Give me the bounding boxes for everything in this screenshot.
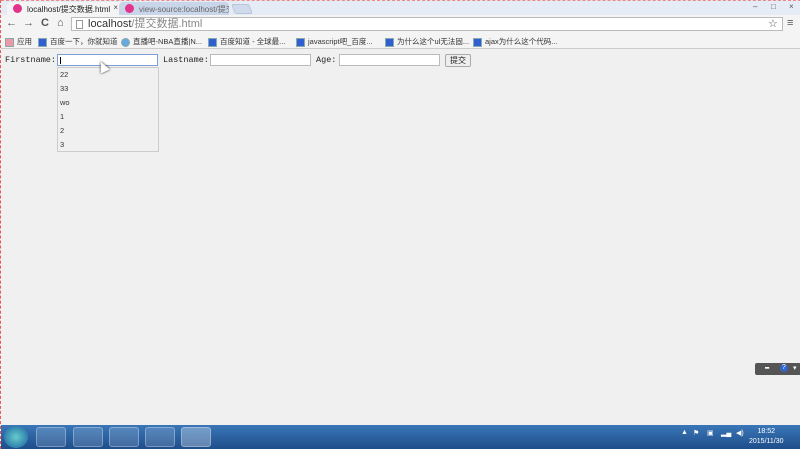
paw-icon	[208, 37, 217, 47]
start-button[interactable]	[4, 426, 28, 448]
paw-icon	[385, 37, 394, 47]
tab-view-source[interactable]: view-source:localhost/提交数据.html	[119, 2, 229, 16]
bookmark-item[interactable]: 百度一下，你就知道	[38, 36, 118, 47]
forward-button[interactable]: →	[23, 17, 34, 29]
age-input[interactable]	[339, 54, 440, 66]
clock-time: 18:52	[757, 428, 776, 435]
new-tab-button[interactable]	[231, 4, 253, 14]
back-button[interactable]: ←	[6, 17, 17, 29]
toolbar-icon: ▬	[765, 364, 770, 372]
bookmark-star-icon[interactable]: ☆	[768, 17, 778, 30]
autocomplete-option[interactable]: 3	[58, 138, 158, 152]
bookmark-item[interactable]: 直播吧-NBA直播|N...	[121, 36, 202, 47]
taskbar-app-window[interactable]	[145, 427, 175, 447]
autocomplete-option[interactable]: 33	[58, 82, 158, 96]
dropdown-icon[interactable]: ▾	[793, 364, 797, 373]
clock[interactable]: 18:52 2015/11/30	[749, 427, 784, 447]
bookmark-item[interactable]: 为什么这个ul无法固...	[385, 36, 469, 47]
bookmark-label: 应用	[17, 37, 32, 46]
page-content: Firstname: Lastname: Age: 提交 22 33 wo 1 …	[1, 49, 800, 425]
tab-title: localhost/提交数据.html	[27, 5, 111, 14]
bookmark-label: 直播吧-NBA直播|N...	[133, 37, 203, 46]
bookmark-item[interactable]: ajax为什么这个代码...	[473, 36, 558, 47]
minimize-button[interactable]: –	[753, 2, 757, 11]
bookmark-label: 为什么这个ul无法固...	[397, 37, 470, 46]
floating-toolbar[interactable]: ▬ ? ▾	[755, 363, 800, 375]
address-host: localhost	[88, 18, 132, 30]
close-tab-icon[interactable]: ×	[113, 3, 118, 12]
address-bar[interactable]: localhost/提交数据.html	[71, 17, 783, 31]
menu-icon[interactable]: ≡	[787, 17, 793, 29]
autocomplete-option[interactable]: wo	[58, 96, 158, 110]
paw-icon	[473, 37, 482, 47]
lastname-input[interactable]	[210, 54, 311, 66]
bookmark-icon	[121, 37, 130, 47]
paw-icon	[296, 37, 305, 47]
bookmark-item[interactable]: 百度知道 - 全球最...	[208, 36, 285, 47]
bookmark-label: 百度知道 - 全球最...	[220, 37, 286, 46]
bookmark-apps[interactable]: 应用	[5, 36, 32, 47]
favicon-icon	[125, 4, 134, 13]
volume-icon[interactable]: ◀)	[736, 429, 744, 437]
taskbar-app-explorer[interactable]	[109, 427, 139, 447]
bookmark-item[interactable]: javascript吧_百度...	[296, 36, 373, 47]
tray-app-icon[interactable]: ▣	[707, 429, 714, 437]
tab-bar: localhost/提交数据.html × view-source:localh…	[1, 0, 800, 16]
favicon-icon	[13, 4, 22, 13]
address-path: /提交数据.html	[131, 18, 203, 30]
taskbar: ▲ ⚑ ▣ ▂▄ ◀) 18:52 2015/11/30	[1, 425, 800, 449]
autocomplete-option[interactable]: 1	[58, 110, 158, 124]
close-window-button[interactable]: ×	[789, 2, 794, 11]
taskbar-app-360[interactable]	[36, 427, 66, 447]
paw-icon	[38, 37, 47, 47]
browser-toolbar: ← → C ⌂ localhost/提交数据.html ☆ ≡	[1, 15, 800, 33]
bookmarks-bar: 应用 百度一下，你就知道 直播吧-NBA直播|N... 百度知道 - 全球最..…	[1, 33, 800, 49]
bookmark-label: javascript吧_百度...	[308, 37, 373, 46]
taskbar-app-chrome[interactable]	[181, 427, 211, 447]
bookmark-label: ajax为什么这个代码...	[485, 37, 558, 46]
maximize-button[interactable]: □	[771, 2, 776, 11]
text-caret	[60, 57, 61, 64]
age-label: Age:	[316, 55, 337, 65]
bookmark-label: 百度一下，你就知道	[50, 37, 118, 46]
page-icon	[76, 20, 83, 29]
apps-icon	[5, 37, 14, 47]
submit-button[interactable]: 提交	[445, 54, 471, 67]
home-button[interactable]: ⌂	[57, 17, 64, 29]
tray-expand-icon[interactable]: ▲	[681, 429, 688, 436]
autocomplete-dropdown: 22 33 wo 1 2 3	[57, 67, 159, 152]
action-center-icon[interactable]: ⚑	[693, 429, 699, 437]
tab-localhost[interactable]: localhost/提交数据.html ×	[7, 2, 123, 16]
clock-date: 2015/11/30	[749, 438, 784, 445]
tab-title: view-source:localhost/提交数据.html	[139, 5, 229, 14]
taskbar-app-sublime[interactable]	[73, 427, 103, 447]
autocomplete-option[interactable]: 2	[58, 124, 158, 138]
reload-button[interactable]: C	[41, 17, 49, 29]
help-icon[interactable]: ?	[780, 364, 788, 372]
network-icon[interactable]: ▂▄	[721, 429, 731, 437]
firstname-label: Firstname:	[5, 55, 57, 65]
lastname-label: Lastname:	[163, 55, 209, 65]
